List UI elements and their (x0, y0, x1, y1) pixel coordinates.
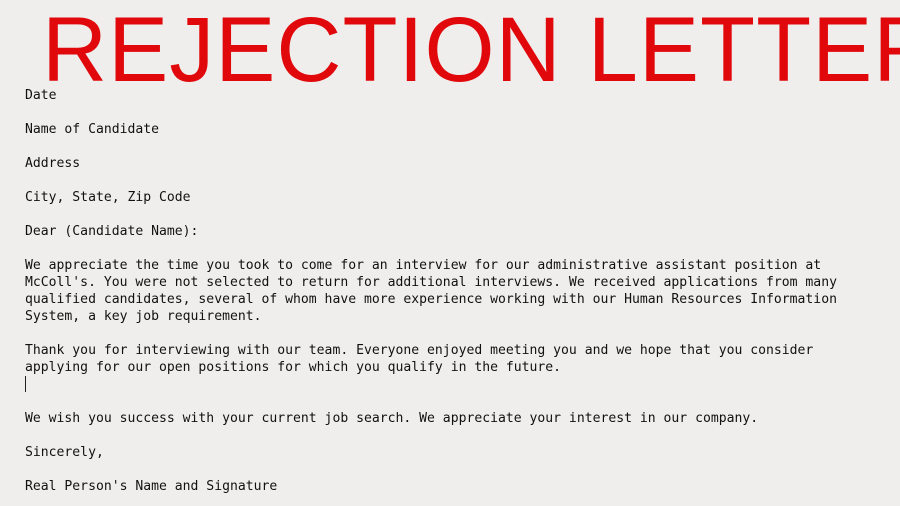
paragraph-line: qualified candidates, several of whom ha… (25, 292, 837, 307)
date-line: Date (25, 88, 57, 103)
paragraph-line: System, a key job requirement. (25, 309, 262, 324)
city-state-zip-line: City, State, Zip Code (25, 190, 191, 205)
paragraph-line: applying for our open positions for whic… (25, 360, 562, 375)
paragraph-2: Thank you for interviewing with our team… (25, 342, 837, 376)
paragraph-line: McColl's. You were not selected to retur… (25, 275, 837, 290)
address-line: Address (25, 156, 81, 171)
letter-body[interactable]: Date Name of Candidate Address City, Sta… (25, 87, 837, 495)
paragraph-1: We appreciate the time you took to come … (25, 257, 837, 325)
closing-line: Sincerely, (25, 445, 104, 460)
paragraph-3: We wish you success with your current jo… (25, 411, 759, 426)
candidate-name-line: Name of Candidate (25, 122, 160, 137)
signature-line: Real Person's Name and Signature (25, 479, 278, 494)
document-title: REJECTION LETTER (42, 0, 900, 101)
paragraph-line: Thank you for interviewing with our team… (25, 343, 814, 358)
salutation-line: Dear (Candidate Name): (25, 224, 199, 239)
text-cursor (25, 376, 26, 392)
caret-line[interactable] (25, 376, 837, 393)
paragraph-line: We appreciate the time you took to come … (25, 258, 822, 273)
